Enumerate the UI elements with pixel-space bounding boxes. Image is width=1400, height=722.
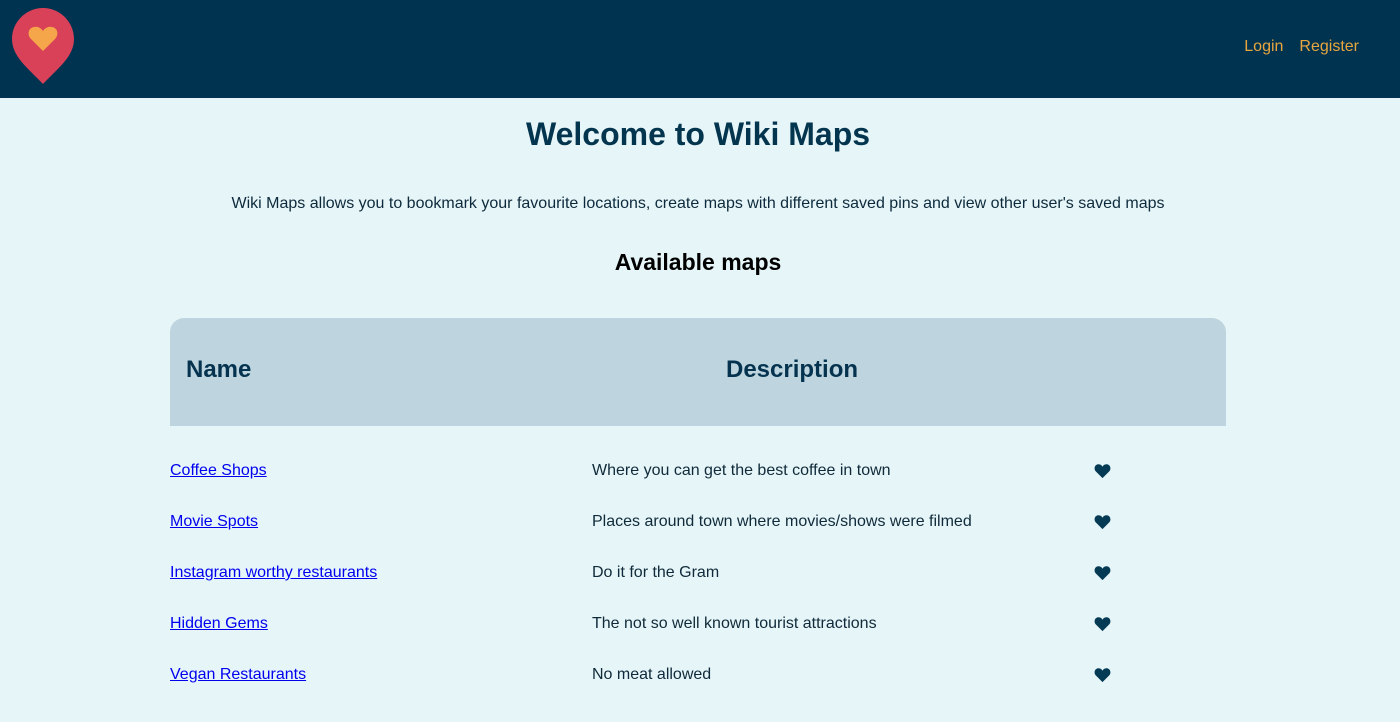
navbar: Login Register: [0, 0, 1400, 98]
map-description: Places around town where movies/shows we…: [592, 513, 972, 530]
available-maps-heading: Available maps: [614, 249, 782, 275]
intro-text: Wiki Maps allows you to bookmark your fa…: [231, 195, 1165, 212]
register-link[interactable]: Register: [1299, 38, 1359, 56]
heart-icon[interactable]: [1094, 565, 1111, 581]
map-description: No meat allowed: [592, 666, 712, 683]
map-name-link[interactable]: Movie Spots: [170, 513, 258, 531]
map-name-link[interactable]: Vegan Restaurants: [170, 666, 306, 684]
map-pin-heart-icon[interactable]: [11, 7, 75, 85]
map-description: Where you can get the best coffee in tow…: [592, 462, 891, 479]
login-link[interactable]: Login: [1244, 38, 1283, 56]
column-header-name: Name: [186, 356, 252, 383]
map-name-link[interactable]: Coffee Shops: [170, 462, 267, 480]
page-title: Welcome to Wiki Maps: [525, 116, 871, 152]
table-row: Vegan Restaurants No meat allowed: [170, 652, 1226, 703]
table-header: Name Description: [170, 318, 1226, 426]
maps-table: Name Description Coffee Shops Where you c…: [170, 318, 1226, 683]
heart-icon[interactable]: [1094, 463, 1111, 479]
table-row: Movie Spots Places around town where movi…: [170, 499, 1226, 550]
table-row: Hidden Gems The not so well known tourist…: [170, 601, 1226, 652]
column-header-description: Description: [726, 356, 859, 383]
map-name-link[interactable]: Hidden Gems: [170, 615, 268, 633]
table-body: Coffee Shops Where you can get the best c…: [170, 448, 1226, 703]
map-description: Do it for the Gram: [592, 564, 720, 581]
table-row: Instagram worthy restaurants Do it for th…: [170, 550, 1226, 601]
heart-icon[interactable]: [1094, 514, 1111, 530]
heart-icon[interactable]: [1094, 667, 1111, 683]
map-description: The not so well known tourist attraction…: [592, 615, 877, 632]
map-name-link[interactable]: Instagram worthy restaurants: [170, 564, 377, 582]
table-row: Coffee Shops Where you can get the best c…: [170, 448, 1226, 499]
heart-icon[interactable]: [1094, 616, 1111, 632]
nav-links: Login Register: [1244, 38, 1359, 56]
